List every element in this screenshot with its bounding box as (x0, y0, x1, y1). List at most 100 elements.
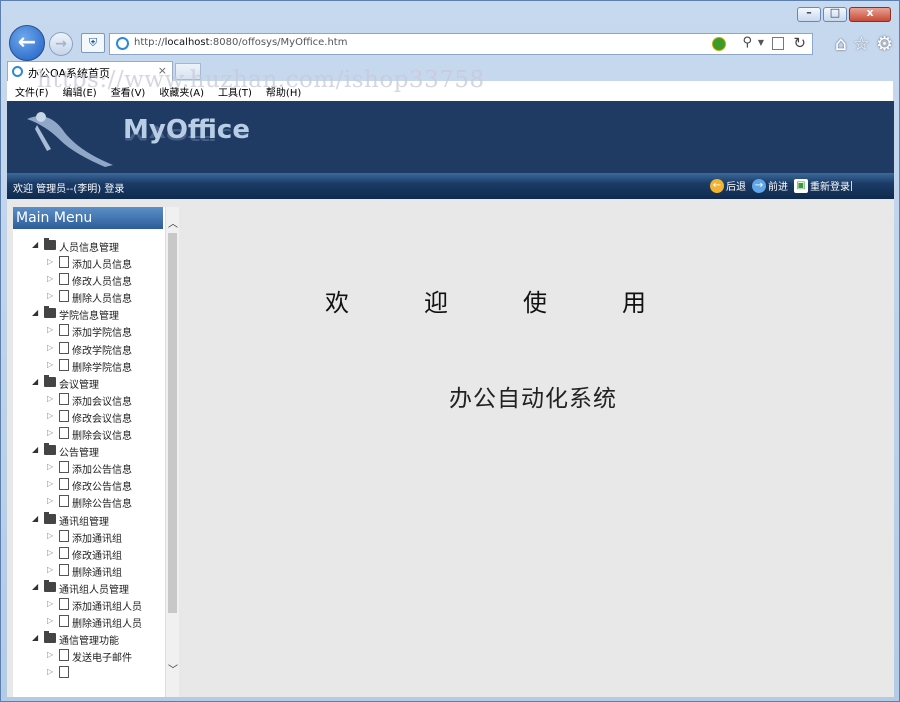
chevron-down-icon[interactable]: ▼ (758, 38, 764, 47)
scroll-up-icon[interactable]: ︿ (168, 215, 178, 230)
relogin-link[interactable]: ▣ 重新登录 (794, 178, 850, 193)
close-button[interactable]: x (849, 6, 891, 22)
tree-group[interactable]: ◢ 学院信息管理 (13, 306, 163, 324)
document-icon (59, 649, 69, 662)
compatibility-icon[interactable] (712, 37, 726, 51)
tree-item[interactable]: ▷ 删除会议信息 (13, 427, 163, 444)
tab-close-icon[interactable]: × (158, 64, 167, 77)
tree-group-label: 学院信息管理 (59, 311, 119, 323)
tree-item[interactable]: ▷ 修改公告信息 (13, 478, 163, 495)
tree-item[interactable]: ▷ (13, 666, 163, 683)
tree-group[interactable]: ◢ 通讯组人员管理 (13, 579, 163, 598)
document-icon (59, 478, 69, 491)
window-controls: – □ x (797, 6, 891, 22)
tab-bar: 办公OA系统首页 × (5, 61, 899, 82)
sidebar-scrollbar[interactable]: ︿ ﹀ (165, 207, 179, 697)
forward-link-label: 前进 (768, 182, 788, 193)
tree-group[interactable]: ◢ 人员信息管理 (13, 238, 163, 256)
tree-group[interactable]: ◢ 会议管理 (13, 374, 163, 393)
expand-triangle-icon[interactable]: ◢ (32, 308, 38, 317)
tree-item-label: 添加学院信息 (72, 328, 132, 340)
back-button[interactable]: ← (9, 25, 45, 61)
expand-triangle-icon[interactable]: ◢ (32, 514, 38, 523)
tree-item-label: 修改通讯组 (72, 550, 122, 562)
relogin-icon: ▣ (794, 178, 808, 193)
gear-icon[interactable]: ⚙ (876, 33, 893, 55)
document-icon (59, 358, 69, 371)
tree-item[interactable]: ▷ 添加公告信息 (13, 461, 163, 478)
tree-item[interactable]: ▷ 添加会议信息 (13, 392, 163, 410)
folder-icon (44, 579, 56, 592)
expand-triangle-icon[interactable]: ◢ (32, 582, 38, 591)
scroll-down-icon[interactable]: ﹀ (168, 661, 178, 676)
tree-item[interactable]: ▷ 添加通讯组人员 (13, 597, 163, 615)
tree-item-label: 删除人员信息 (72, 294, 132, 306)
menu-tree: ◢ 人员信息管理 ▷ 添加人员信息 ▷ 修改人员信息 ▷ 删除人员信息 ◢ 学院信息管理 ▷ 添加学院… (13, 238, 163, 683)
tree-group[interactable]: ◢ 通信管理功能 (13, 631, 163, 649)
minimize-button[interactable]: – (797, 6, 821, 22)
menu-view[interactable]: 查看(V) (111, 84, 146, 99)
collapsed-triangle-icon: ▷ (47, 564, 54, 574)
menu-tools[interactable]: 工具(T) (218, 84, 252, 99)
tree-item[interactable]: ▷ 删除通讯组人员 (13, 615, 163, 632)
document-icon (59, 256, 69, 269)
collapsed-triangle-icon: ▷ (47, 547, 54, 557)
expand-triangle-icon[interactable]: ◢ (32, 377, 38, 386)
tree-item[interactable]: ▷ 添加人员信息 (13, 256, 163, 273)
tree-item[interactable]: ▷ 添加学院信息 (13, 324, 163, 341)
compatibility-view-icon[interactable] (772, 37, 784, 50)
tree-item[interactable]: ▷ 删除人员信息 (13, 290, 163, 307)
new-tab-button[interactable] (175, 63, 201, 80)
folder-icon (44, 511, 56, 524)
expand-triangle-icon[interactable]: ◢ (32, 240, 38, 249)
menu-help[interactable]: 帮助(H) (266, 84, 301, 99)
tree-item[interactable]: ▷ 删除学院信息 (13, 358, 163, 376)
refresh-icon[interactable]: ↻ (793, 34, 806, 52)
tree-item[interactable]: ▷ 修改会议信息 (13, 409, 163, 427)
tree-item[interactable]: ▷ 添加通讯组 (13, 529, 163, 547)
maximize-button[interactable]: □ (823, 6, 847, 22)
header-actions: ← 后退 → 前进 ▣ 重新登录 (710, 178, 850, 193)
relogin-link-label: 重新登录 (810, 182, 850, 193)
address-bar[interactable]: http://localhost:8080/offosys/MyOffice.h… (109, 33, 813, 55)
forward-link[interactable]: → 前进 (752, 178, 788, 193)
tree-item[interactable]: ▷ 修改通讯组 (13, 546, 163, 564)
forward-button[interactable]: → (49, 32, 73, 56)
document-icon (59, 529, 69, 542)
folder-icon (44, 443, 56, 456)
main-content: 欢迎使用 办公自动化系统 (185, 199, 891, 697)
menu-edit[interactable]: 编辑(E) (63, 84, 97, 99)
collapsed-triangle-icon: ▷ (47, 410, 54, 420)
back-link[interactable]: ← 后退 (710, 178, 746, 193)
expand-triangle-icon[interactable]: ◢ (32, 633, 38, 642)
forward-arrow-icon: → (55, 36, 67, 52)
menu-file[interactable]: 文件(F) (15, 84, 49, 99)
minimize-icon: – (806, 6, 812, 19)
collapsed-triangle-icon: ▷ (47, 462, 54, 472)
tree-item[interactable]: ▷ 删除公告信息 (13, 495, 163, 512)
collapsed-triangle-icon: ▷ (47, 428, 54, 438)
tree-item[interactable]: ▷ 修改学院信息 (13, 341, 163, 359)
scrollbar-thumb[interactable] (168, 233, 177, 613)
expand-triangle-icon[interactable]: ◢ (32, 445, 38, 454)
search-icon[interactable]: ⚲ (742, 35, 752, 50)
tree-group[interactable]: ◢ 通讯组管理 (13, 511, 163, 530)
collapsed-triangle-icon: ▷ (47, 616, 54, 626)
folder-icon (44, 238, 56, 250)
menu-favorites[interactable]: 收藏夹(A) (159, 84, 204, 99)
document-icon (59, 546, 69, 559)
home-icon[interactable]: ⌂ (835, 33, 847, 55)
app-logo-reflection: MyOffice (123, 125, 250, 143)
tree-item-label: 添加通讯组人员 (72, 601, 142, 613)
tab-office-home[interactable]: 办公OA系统首页 × (7, 61, 173, 82)
shield-icon: ⛨ (88, 36, 98, 49)
browser-tools: ⌂ ☆ ⚙ (835, 33, 893, 55)
tree-item[interactable]: ▷ 修改人员信息 (13, 273, 163, 290)
star-icon[interactable]: ☆ (853, 33, 870, 55)
tree-group[interactable]: ◢ 公告管理 (13, 443, 163, 461)
collapsed-triangle-icon: ▷ (47, 291, 54, 301)
security-shield-button[interactable]: ⛨ (81, 33, 105, 53)
tree-item[interactable]: ▷ 发送电子邮件 (13, 649, 163, 666)
tree-item[interactable]: ▷ 删除通讯组 (13, 563, 163, 581)
collapsed-triangle-icon: ▷ (47, 342, 54, 352)
